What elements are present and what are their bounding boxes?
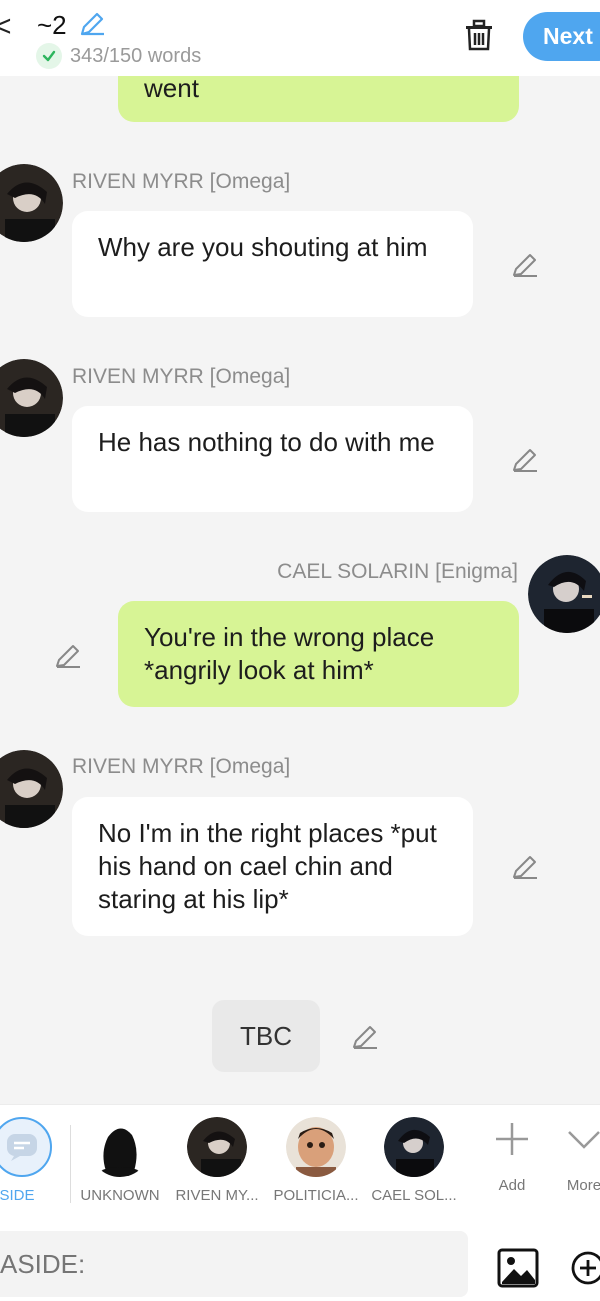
image-icon[interactable] bbox=[497, 1248, 539, 1288]
add-label: Add bbox=[498, 1177, 526, 1194]
riven-avatar[interactable] bbox=[0, 359, 63, 437]
message-text: He has nothing to do with me bbox=[98, 427, 435, 457]
message-bubble[interactable]: He has nothing to do with me bbox=[72, 406, 473, 512]
message-text: You're in the wrong place *angrily look … bbox=[144, 622, 435, 685]
message-sender: RIVEN MYRR [Omega] bbox=[72, 365, 291, 388]
edit-message-icon[interactable] bbox=[510, 852, 540, 882]
plus-icon bbox=[496, 1123, 528, 1155]
riven-avatar[interactable] bbox=[0, 750, 63, 828]
message-input[interactable] bbox=[0, 1231, 468, 1297]
riven-avatar[interactable] bbox=[0, 164, 63, 242]
more-label: More bbox=[566, 1177, 600, 1194]
unknown-silhouette bbox=[90, 1117, 150, 1177]
riven-thumb bbox=[187, 1117, 247, 1177]
add-circle-icon[interactable] bbox=[570, 1250, 600, 1286]
word-count-text: 343/150 words bbox=[70, 44, 202, 67]
character-cael[interactable]: CAEL SOL... bbox=[354, 1105, 474, 1221]
message-bubble[interactable]: You're in the wrong place *angrily look … bbox=[118, 601, 519, 707]
story-title: ~2 bbox=[37, 10, 67, 40]
message-bubble[interactable]: went bbox=[118, 76, 519, 122]
character-label: CAEL SOL... bbox=[371, 1187, 457, 1204]
cael-avatar[interactable] bbox=[528, 555, 600, 633]
edit-message-icon[interactable] bbox=[510, 250, 540, 280]
composer-bar bbox=[0, 1220, 600, 1301]
chevron-down-icon bbox=[568, 1131, 600, 1149]
message-sender: CAEL SOLARIN [Enigma] bbox=[277, 560, 518, 583]
edit-message-icon[interactable] bbox=[510, 445, 540, 475]
trash-icon[interactable] bbox=[462, 18, 496, 52]
message-text: Why are you shouting at him bbox=[98, 232, 428, 262]
next-button[interactable]: Next bbox=[523, 12, 600, 61]
character-selector: ASIDE UNKNOWN RIVEN MY... POLITICIA... C… bbox=[0, 1104, 600, 1220]
back-button[interactable]: < bbox=[0, 12, 12, 42]
message-text: No I'm in the right places *put his hand… bbox=[98, 818, 437, 914]
more-button[interactable]: More bbox=[554, 1105, 600, 1221]
edit-message-icon[interactable] bbox=[53, 641, 83, 671]
word-count: 343/150 words bbox=[36, 42, 201, 70]
tbc-marker[interactable]: TBC bbox=[212, 1000, 320, 1072]
edit-tbc-icon[interactable] bbox=[350, 1022, 380, 1052]
message-bubble[interactable]: No I'm in the right places *put his hand… bbox=[72, 797, 473, 936]
chat-area: went RIVEN MYRR [Omega] Why are you shou… bbox=[0, 76, 600, 1104]
check-icon bbox=[36, 43, 62, 69]
message-sender: RIVEN MYRR [Omega] bbox=[72, 755, 291, 778]
add-character-button[interactable]: Add bbox=[482, 1105, 542, 1221]
message-sender: RIVEN MYRR [Omega] bbox=[72, 170, 291, 193]
message-text: went bbox=[144, 76, 199, 103]
message-bubble[interactable]: Why are you shouting at him bbox=[72, 211, 473, 317]
cael-thumb bbox=[384, 1117, 444, 1177]
politician-thumb bbox=[286, 1117, 346, 1177]
top-bar: < ~2 343/150 words Next bbox=[0, 0, 600, 76]
edit-title-icon[interactable] bbox=[78, 10, 106, 38]
aside-chat-icon bbox=[0, 1117, 52, 1177]
